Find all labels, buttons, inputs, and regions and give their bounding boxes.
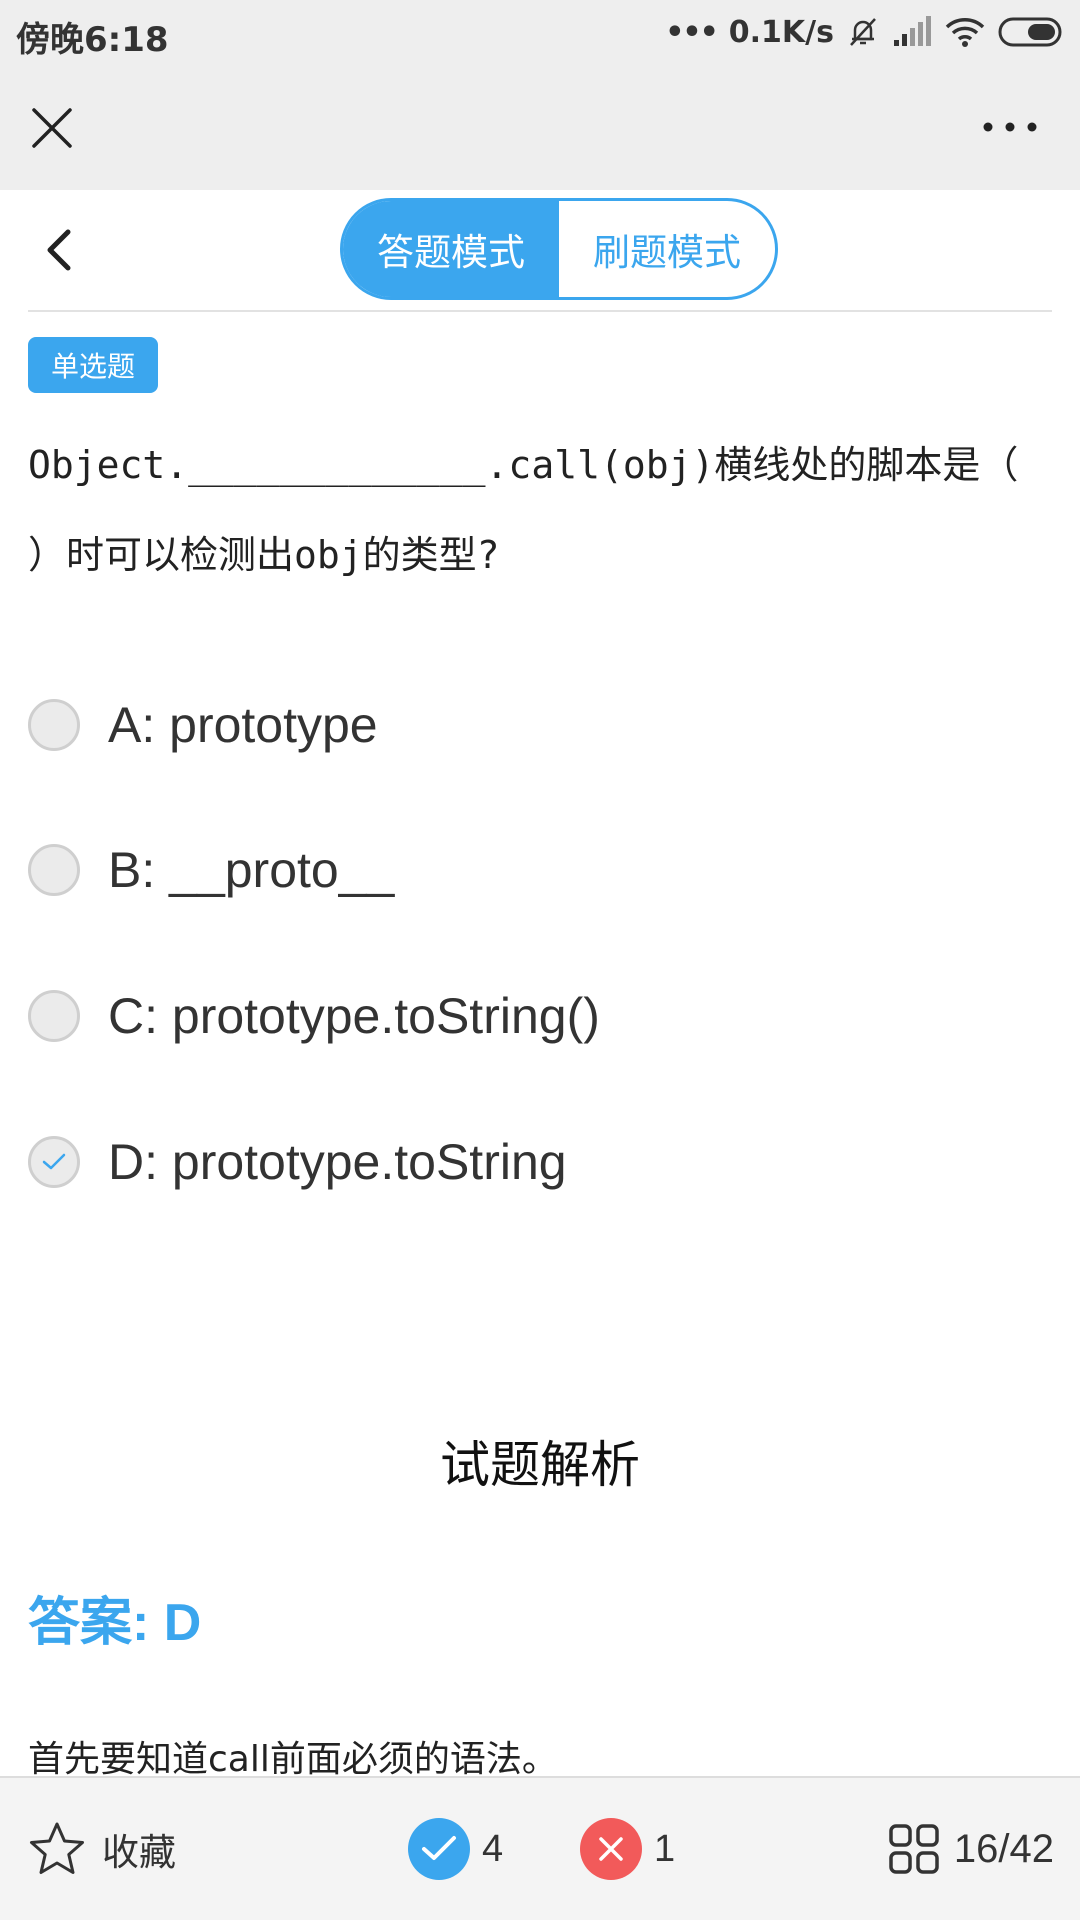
option-c-text: C: prototype.toString() [108, 988, 600, 1044]
x-circle-icon [580, 1818, 642, 1880]
question-type-badge: 单选题 [28, 337, 158, 393]
option-a[interactable]: A: prototype [28, 685, 1028, 765]
nav-bar: 答题模式 刷题模式 [0, 190, 1080, 312]
bottom-bar: 收藏 4 1 16/42 [0, 1776, 1080, 1920]
option-d-text: D: prototype.toString [108, 1134, 567, 1190]
radio-checked-icon[interactable] [28, 1136, 80, 1188]
correct-count: 4 [408, 1814, 503, 1884]
explanation-text: 首先要知道call前面必须的语法。 [28, 1739, 558, 1780]
option-b[interactable]: B: __proto__ [28, 830, 1028, 910]
network-speed: 0.1K/s [728, 14, 834, 50]
favorite-label: 收藏 [102, 1831, 176, 1874]
chevron-left-icon[interactable] [38, 226, 86, 274]
progress-text: 16/42 [953, 1826, 1054, 1871]
question-text: Object._____________.call(obj)横线处的脚本是（ ）… [28, 443, 1019, 577]
signal-icon [894, 16, 931, 46]
mute-bell-icon [850, 18, 876, 46]
close-icon[interactable] [30, 106, 74, 150]
option-b-text: B: __proto__ [108, 842, 395, 898]
analysis-title: 试题解析 [440, 1436, 640, 1494]
favorite-button[interactable]: 收藏 [28, 1814, 176, 1884]
grid-icon [889, 1824, 939, 1874]
radio-unchecked-icon[interactable] [28, 990, 80, 1042]
wifi-icon [945, 18, 985, 47]
status-bar: 傍晚6:18 ••• 0.1K/s [0, 0, 1080, 64]
correct-count-value: 4 [482, 1827, 504, 1870]
check-circle-icon [408, 1818, 470, 1880]
more-icon[interactable] [980, 114, 1040, 140]
status-dots: ••• [665, 14, 719, 50]
checkmark-icon [42, 1153, 66, 1170]
mode-toggle: 答题模式 刷题模式 [340, 198, 778, 300]
battery-icon [998, 17, 1062, 47]
option-c[interactable]: C: prototype.toString() [28, 976, 1028, 1056]
nav-divider [28, 310, 1052, 312]
question-grid-button[interactable]: 16/42 [888, 1814, 1054, 1884]
radio-unchecked-icon[interactable] [28, 844, 80, 896]
option-d[interactable]: D: prototype.toString [28, 1122, 1028, 1202]
answer-label: 答案: D [28, 1594, 202, 1652]
tab-practice-mode[interactable]: 刷题模式 [559, 201, 775, 297]
wrong-count: 1 [580, 1814, 675, 1884]
radio-unchecked-icon[interactable] [28, 699, 80, 751]
wrong-count-value: 1 [654, 1827, 676, 1870]
option-a-text: A: prototype [108, 697, 378, 753]
tab-answer-mode[interactable]: 答题模式 [343, 201, 559, 297]
status-icons: ••• 0.1K/s [665, 12, 1064, 52]
status-time: 傍晚6:18 [16, 20, 169, 60]
title-bar [0, 64, 1080, 190]
star-icon [30, 1822, 84, 1874]
